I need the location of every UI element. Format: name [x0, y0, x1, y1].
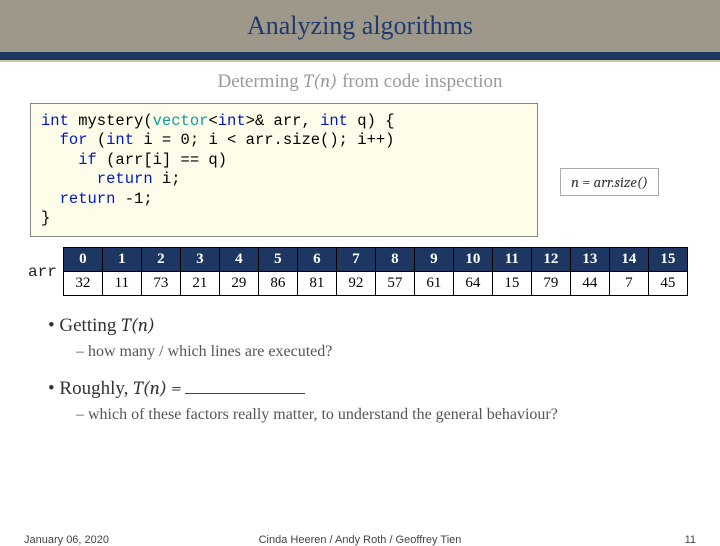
kw-int: int	[41, 112, 69, 130]
value-cell: 81	[297, 272, 336, 296]
index-cell: 9	[414, 248, 453, 272]
blank-line	[185, 377, 305, 394]
kw-int: int	[320, 112, 348, 130]
array-table: 0123456789101112131415 32117321298681925…	[63, 247, 688, 296]
bullet-text: Roughly,	[59, 378, 133, 399]
subbullet-lines-executed: how many / which lines are executed?	[76, 343, 720, 361]
value-cell: 29	[219, 272, 258, 296]
index-cell: 6	[297, 248, 336, 272]
code-text: (	[88, 131, 107, 149]
kw-int: int	[218, 112, 246, 130]
array-label: arr	[28, 263, 57, 281]
type-vector: vector	[153, 112, 209, 130]
index-cell: 8	[375, 248, 414, 272]
kw-for: for	[41, 131, 88, 149]
subtitle-pre: Determing	[217, 71, 303, 92]
slide-header: Analyzing algorithms	[0, 0, 720, 52]
subtitle-post: from code inspection	[337, 71, 502, 92]
kw-return: return	[41, 170, 153, 188]
value-cell: 44	[570, 272, 609, 296]
bullet-roughly: Roughly, T(n) =	[48, 377, 720, 400]
value-cell: 11	[102, 272, 141, 296]
code-text: i = 0; i < arr.size(); i++)	[134, 131, 394, 149]
footer-page-number: 11	[685, 534, 696, 546]
code-snippet: int mystery(vector<int>& arr, int q) { f…	[30, 103, 538, 237]
kw-int: int	[106, 131, 134, 149]
index-cell: 5	[258, 248, 297, 272]
index-cell: 3	[180, 248, 219, 272]
index-cell: 13	[570, 248, 609, 272]
array-visual: arr 0123456789101112131415 3211732129868…	[28, 247, 720, 296]
index-cell: 7	[336, 248, 375, 272]
tn-math: T(n) =	[133, 377, 185, 399]
bullet-list: Getting T(n) how many / which lines are …	[48, 314, 720, 424]
slide-subtitle: Determing T(n) from code inspection	[0, 70, 720, 93]
code-text: mystery(	[69, 112, 153, 130]
slide-title: Analyzing algorithms	[247, 11, 473, 41]
code-text: }	[41, 209, 50, 227]
code-text: >& arr,	[246, 112, 320, 130]
value-cell: 7	[609, 272, 648, 296]
index-cell: 14	[609, 248, 648, 272]
tn-math: T(n)	[121, 314, 155, 336]
formula-text: n = arr.size()	[571, 173, 648, 191]
index-cell: 12	[531, 248, 570, 272]
kw-if: if	[41, 151, 97, 169]
value-cell: 32	[63, 272, 102, 296]
index-cell: 11	[492, 248, 531, 272]
index-cell: 10	[453, 248, 492, 272]
value-row: 3211732129868192576164157944745	[63, 272, 687, 296]
code-text: q) {	[348, 112, 395, 130]
value-cell: 64	[453, 272, 492, 296]
kw-return: return	[41, 190, 115, 208]
header-accent-bar	[0, 52, 720, 62]
bullet-getting-tn: Getting T(n)	[48, 314, 720, 337]
value-cell: 57	[375, 272, 414, 296]
value-cell: 21	[180, 272, 219, 296]
footer-credits: Cinda Heeren / Andy Roth / Geoffrey Tien	[0, 534, 720, 546]
value-cell: 79	[531, 272, 570, 296]
formula-n-equals: n = arr.size()	[560, 168, 659, 196]
index-cell: 15	[648, 248, 687, 272]
index-row: 0123456789101112131415	[63, 248, 687, 272]
value-cell: 86	[258, 272, 297, 296]
value-cell: 73	[141, 272, 180, 296]
index-cell: 1	[102, 248, 141, 272]
code-text: i;	[153, 170, 181, 188]
value-cell: 45	[648, 272, 687, 296]
value-cell: 15	[492, 272, 531, 296]
value-cell: 61	[414, 272, 453, 296]
index-cell: 0	[63, 248, 102, 272]
subbullet-factors-matter: which of these factors really matter, to…	[76, 406, 720, 424]
code-text: (arr[i] == q)	[97, 151, 227, 169]
subtitle-tn: T(n)	[304, 70, 338, 92]
index-cell: 2	[141, 248, 180, 272]
bullet-text: Getting	[59, 315, 121, 336]
code-text: <	[208, 112, 217, 130]
value-cell: 92	[336, 272, 375, 296]
index-cell: 4	[219, 248, 258, 272]
code-text: -1;	[115, 190, 152, 208]
